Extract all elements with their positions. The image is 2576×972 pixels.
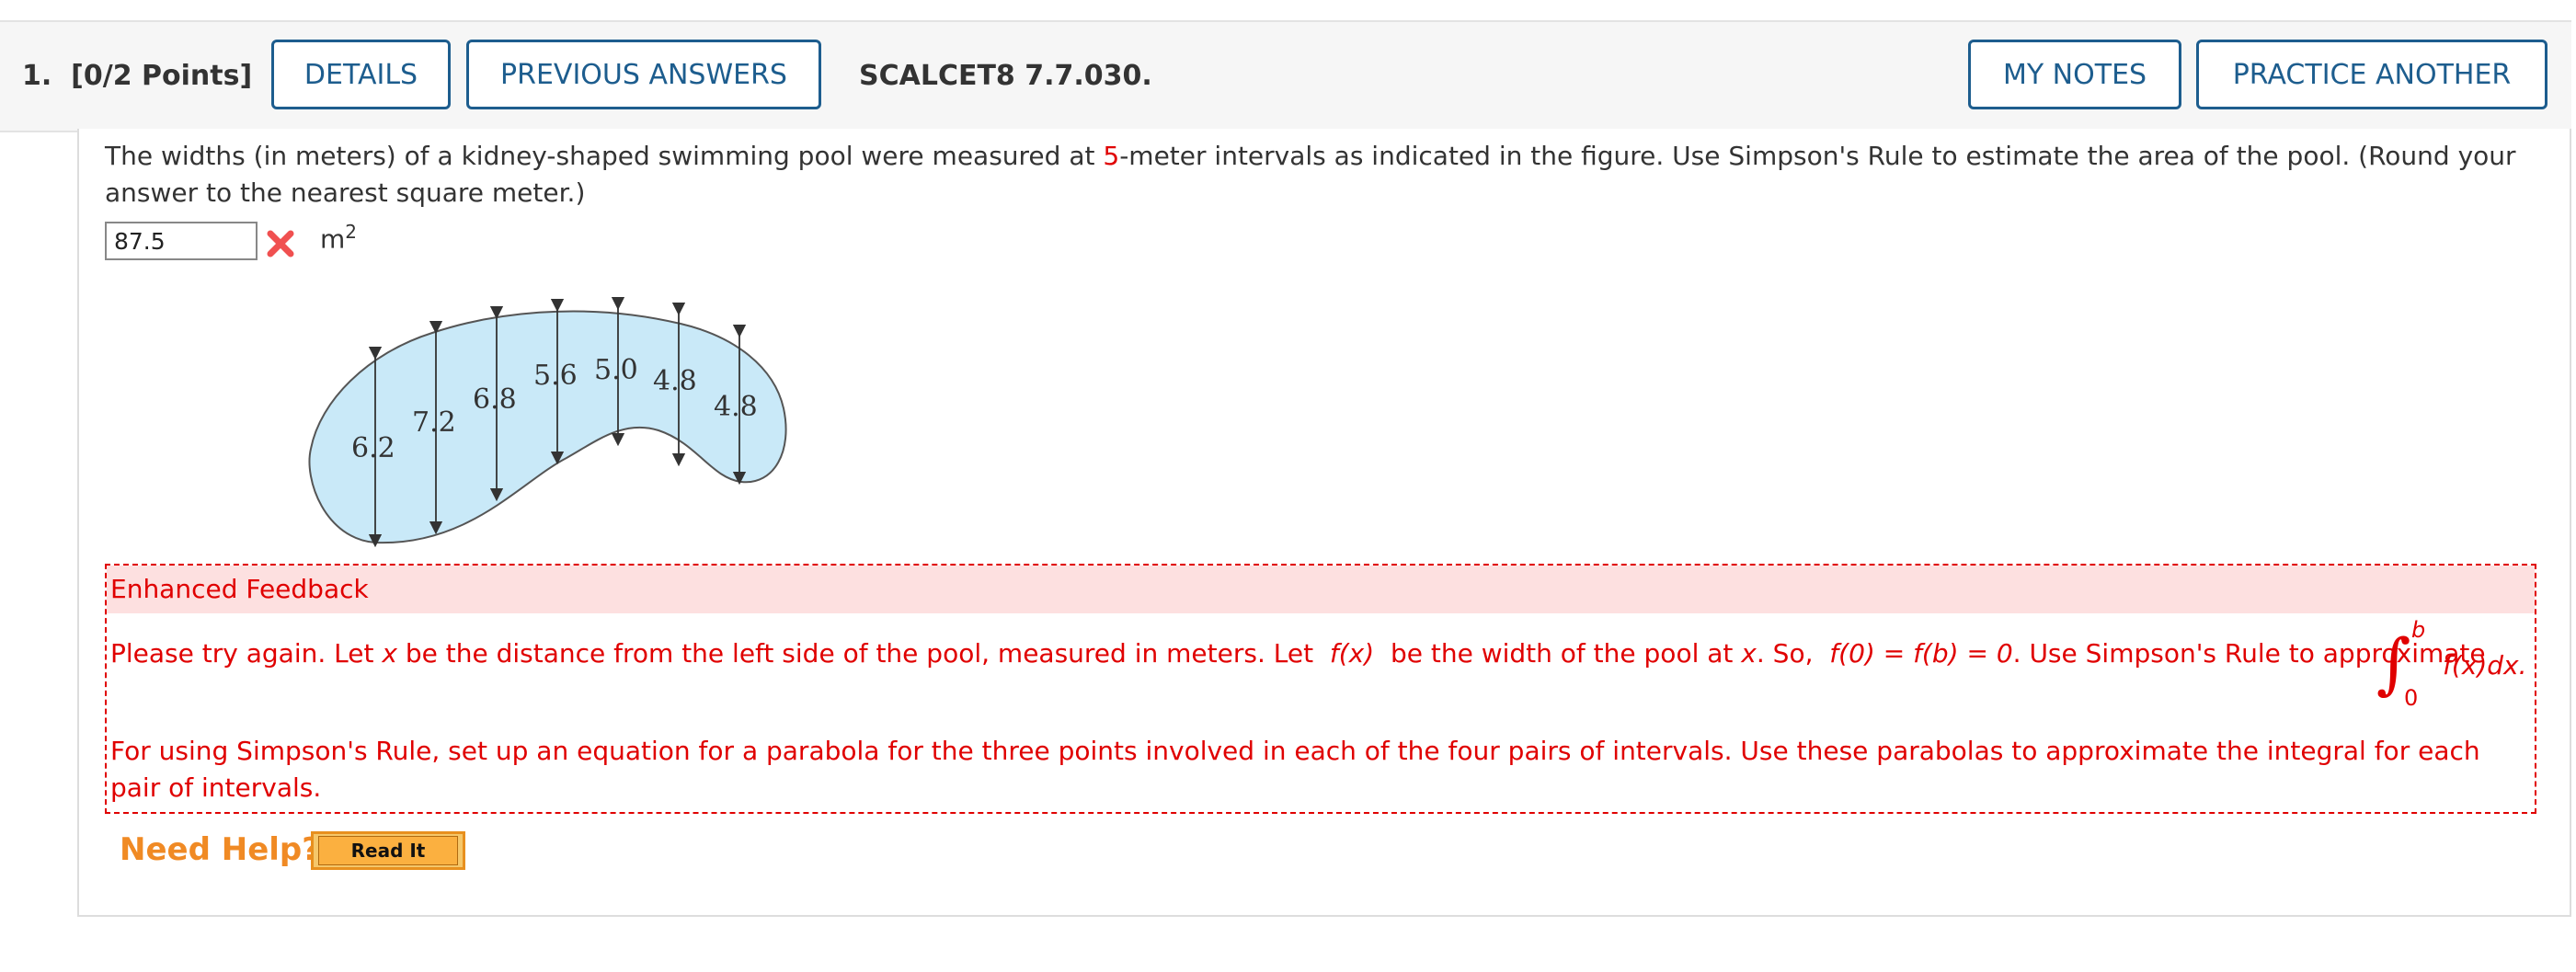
feedback-line-1: Please try again. Let x be the distance … [110, 635, 2486, 672]
width-label-6: 4.8 [653, 365, 697, 397]
width-label-7: 4.8 [714, 391, 758, 423]
unit-base: m [320, 223, 346, 255]
question-number: 1. [22, 60, 52, 92]
integral-integrand: f(x)dx. [2443, 650, 2527, 680]
unit-exponent: 2 [345, 221, 358, 243]
problem-statement: The widths (in meters) of a kidney-shape… [105, 138, 2533, 212]
width-label-1: 6.2 [351, 432, 395, 464]
pool-outline [308, 310, 787, 544]
read-it-button[interactable]: Read It [311, 831, 465, 870]
width-label-2: 7.2 [412, 406, 456, 439]
points-score: [0/2 Points] [71, 60, 253, 92]
question-header: 1. [0/2 Points] DETAILS PREVIOUS ANSWERS… [0, 20, 2571, 132]
feedback-paragraph-2: For using Simpson's Rule, set up an equa… [110, 736, 2480, 803]
fb-text-4: . So, [1756, 638, 1822, 669]
answer-input[interactable] [105, 222, 258, 260]
fb-f0-fb: f(0) = f(b) = 0 [1829, 638, 2013, 669]
need-help-label: Need Help? [120, 831, 320, 868]
integral-upper-limit: b [2411, 617, 2426, 643]
x-mark-icon [267, 230, 294, 257]
read-it-label: Read It [318, 836, 458, 865]
my-notes-button[interactable]: MY NOTES [1968, 40, 2181, 109]
interval-value: 5 [1103, 141, 1120, 171]
fb-var-x: x [382, 638, 397, 669]
feedback-integral: ∫ b 0 f(x)dx. [2376, 613, 2533, 724]
width-label-3: 6.8 [473, 383, 517, 416]
question-code: SCALCET8 7.7.030. [859, 60, 1152, 92]
fb-var-x2: x [1741, 638, 1757, 669]
previous-answers-button[interactable]: PREVIOUS ANSWERS [466, 40, 821, 109]
fb-text-3: be the width of the pool at [1382, 638, 1742, 669]
enhanced-feedback-box: Enhanced Feedback Please try again. Let … [105, 564, 2536, 814]
feedback-heading: Enhanced Feedback [107, 566, 2535, 613]
width-label-4: 5.6 [533, 360, 578, 392]
pool-figure: 6.2 7.2 6.8 5.6 5.0 4.8 4.8 [308, 296, 787, 548]
problem-text-before: The widths (in meters) of a kidney-shape… [105, 141, 1104, 171]
integral-lower-limit: 0 [2404, 685, 2419, 711]
details-button[interactable]: DETAILS [271, 40, 451, 109]
width-label-5: 5.0 [594, 354, 638, 386]
fb-text-1: Please try again. Let [110, 638, 383, 669]
answer-unit: m2 [320, 221, 357, 254]
fb-fx: f(x) [1329, 638, 1375, 669]
practice-another-button[interactable]: PRACTICE ANOTHER [2196, 40, 2547, 109]
question-number-points: 1. [0/2 Points] [22, 22, 252, 131]
fb-text-2: be the distance from the left side of th… [396, 638, 1322, 669]
